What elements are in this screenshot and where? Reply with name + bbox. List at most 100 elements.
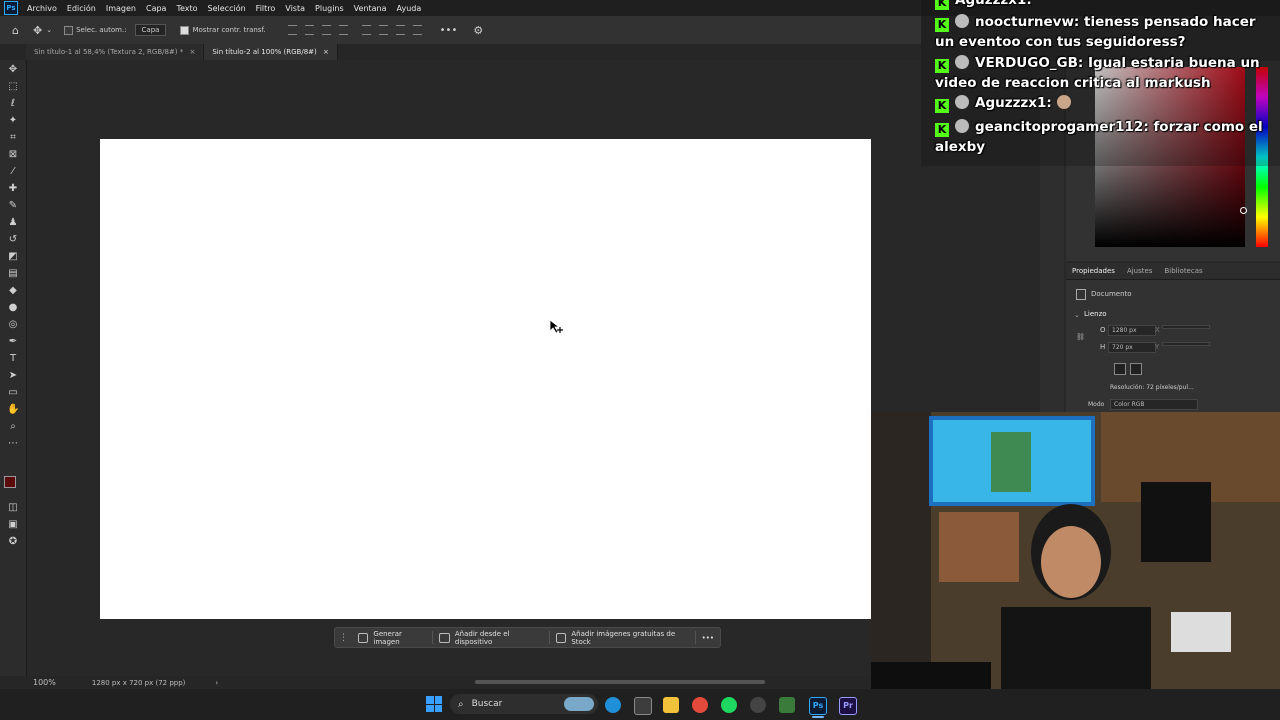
move-tool-icon[interactable]: ✥	[33, 24, 42, 37]
start-button[interactable]	[426, 696, 442, 712]
brush-icon[interactable]: ✎	[7, 200, 19, 212]
layer-select-dropdown[interactable]: Capa	[134, 24, 167, 36]
align-right-icon[interactable]	[321, 25, 331, 35]
photoshop-logo-icon[interactable]: Ps	[4, 1, 18, 15]
screen-mode-icon[interactable]: ▣	[7, 519, 19, 531]
tab-bibliotecas[interactable]: Bibliotecas	[1164, 267, 1202, 275]
auto-select-checkbox[interactable]: Selec. autom.:	[64, 25, 127, 35]
tab-propiedades[interactable]: Propiedades	[1072, 267, 1115, 275]
quick-mask-icon[interactable]: ◫	[7, 502, 19, 514]
hand-icon[interactable]: ✋	[7, 404, 19, 416]
menu-ayuda[interactable]: Ayuda	[392, 4, 427, 13]
menu-ventana[interactable]: Ventana	[349, 4, 392, 13]
align-center-icon[interactable]	[304, 25, 314, 35]
home-icon[interactable]: ⌂	[12, 24, 19, 37]
file-explorer-icon[interactable]	[663, 697, 679, 713]
move-cursor-icon	[549, 319, 563, 334]
generate-image-label: Generar imagen	[373, 629, 402, 646]
menu-imagen[interactable]: Imagen	[101, 4, 141, 13]
rectangle-icon[interactable]: ▭	[7, 387, 19, 399]
close-icon[interactable]: ×	[323, 48, 329, 56]
close-icon[interactable]: ×	[189, 48, 195, 56]
edge-icon[interactable]	[605, 697, 621, 713]
kick-badge-icon: K	[935, 99, 949, 113]
photoshop-taskbar-icon[interactable]: Ps	[809, 697, 827, 715]
more-options-icon[interactable]: •••	[440, 25, 458, 36]
landscape-orientation-icon[interactable]	[1130, 363, 1142, 375]
align-bottom-icon[interactable]	[395, 25, 405, 35]
zoom-icon[interactable]: ⌕	[7, 421, 19, 433]
more-options-button[interactable]: •••	[696, 631, 720, 644]
crop-icon[interactable]: ⌗	[7, 132, 19, 144]
game-app-icon[interactable]	[779, 697, 795, 713]
lasso-icon[interactable]: ℓ	[7, 98, 19, 110]
height-field[interactable]: 720 px	[1108, 342, 1156, 353]
menu-archivo[interactable]: Archivo	[22, 4, 62, 13]
taskbar-search-box[interactable]: ⌕ Buscar	[450, 694, 598, 714]
dodge-icon[interactable]: ●	[7, 302, 19, 314]
type-icon[interactable]: T	[7, 353, 19, 365]
menu-capa[interactable]: Capa	[141, 4, 171, 13]
healing-brush-icon[interactable]: ✚	[7, 183, 19, 195]
smudge-icon[interactable]: ◎	[7, 319, 19, 331]
magic-wand-icon[interactable]: ✦	[7, 115, 19, 127]
menu-edicion[interactable]: Edición	[62, 4, 101, 13]
align-middle-icon[interactable]	[378, 25, 388, 35]
premiere-taskbar-icon[interactable]: Pr	[839, 697, 857, 715]
x-field[interactable]	[1162, 325, 1210, 329]
marquee-icon[interactable]: ⬚	[7, 81, 19, 93]
generate-image-button[interactable]: Generar imagen	[352, 629, 434, 646]
app-icon[interactable]	[750, 697, 766, 713]
tool-preset-chevron-down-icon[interactable]: ⌄	[46, 26, 52, 34]
blur-icon[interactable]: ◆	[7, 285, 19, 297]
tab-document-1[interactable]: Sin título-1 al 58,4% (Textura 2, RGB/8#…	[26, 44, 205, 60]
menu-vista[interactable]: Vista	[280, 4, 310, 13]
drag-handle-icon[interactable]: ⋮	[335, 633, 352, 643]
distribute-icon[interactable]	[412, 25, 422, 35]
align-hcenter-icon[interactable]	[338, 25, 348, 35]
chrome-icon[interactable]	[692, 697, 708, 713]
y-field[interactable]	[1162, 342, 1210, 346]
active-app-indicator	[812, 716, 824, 718]
menu-texto[interactable]: Texto	[171, 4, 202, 13]
path-selection-icon[interactable]: ➤	[7, 370, 19, 382]
add-from-device-button[interactable]: Añadir desde el dispositivo	[433, 630, 550, 646]
gradient-icon[interactable]: ▤	[7, 268, 19, 280]
align-top-icon[interactable]	[361, 25, 371, 35]
chevron-down-icon[interactable]: ⌄	[1074, 311, 1080, 319]
show-transform-checkbox[interactable]: Mostrar contr. transf.	[180, 25, 266, 35]
align-left-icon[interactable]	[287, 25, 297, 35]
tab-label: Sin título-2 al 100% (RGB/8#)	[212, 48, 317, 56]
stock-image-icon	[555, 632, 567, 643]
move-icon[interactable]: ✥	[7, 64, 19, 76]
gear-icon[interactable]: ⚙	[473, 24, 483, 37]
add-stock-images-button[interactable]: Añadir imágenes gratuitas de Stock	[550, 630, 696, 646]
more-tools-icon[interactable]: ⋯	[7, 438, 19, 450]
menu-seleccion[interactable]: Selección	[203, 4, 251, 13]
link-icon[interactable]: ⛓	[1076, 333, 1085, 341]
stamp-icon[interactable]: ♟	[7, 217, 19, 229]
foreground-color-swatch[interactable]	[4, 476, 16, 488]
avatar	[955, 119, 969, 133]
eraser-icon[interactable]: ◩	[7, 251, 19, 263]
portrait-orientation-icon[interactable]	[1114, 363, 1126, 375]
avatar	[955, 95, 969, 109]
history-brush-icon[interactable]: ↺	[7, 234, 19, 246]
width-field[interactable]: 1280 px	[1108, 325, 1156, 336]
spotify-icon[interactable]	[721, 697, 737, 713]
generative-icon[interactable]: ✪	[7, 536, 19, 548]
horizontal-scrollbar[interactable]	[475, 680, 765, 684]
tab-ajustes[interactable]: Ajustes	[1127, 267, 1153, 275]
menu-filtro[interactable]: Filtro	[251, 4, 281, 13]
tab-document-2[interactable]: Sin título-2 al 100% (RGB/8#) ×	[204, 44, 338, 60]
frame-icon[interactable]: ⊠	[7, 149, 19, 161]
mode-select[interactable]: Color RGB	[1110, 399, 1198, 410]
menu-plugins[interactable]: Plugins	[310, 4, 349, 13]
zoom-level[interactable]: 100%	[33, 678, 56, 687]
document-canvas[interactable]	[100, 139, 871, 619]
pen-icon[interactable]: ✒	[7, 336, 19, 348]
eyedropper-icon[interactable]: ⁄	[7, 166, 19, 178]
color-picker-marker[interactable]	[1240, 207, 1247, 214]
status-expand-icon[interactable]: ›	[215, 679, 218, 687]
store-icon[interactable]	[634, 697, 652, 715]
